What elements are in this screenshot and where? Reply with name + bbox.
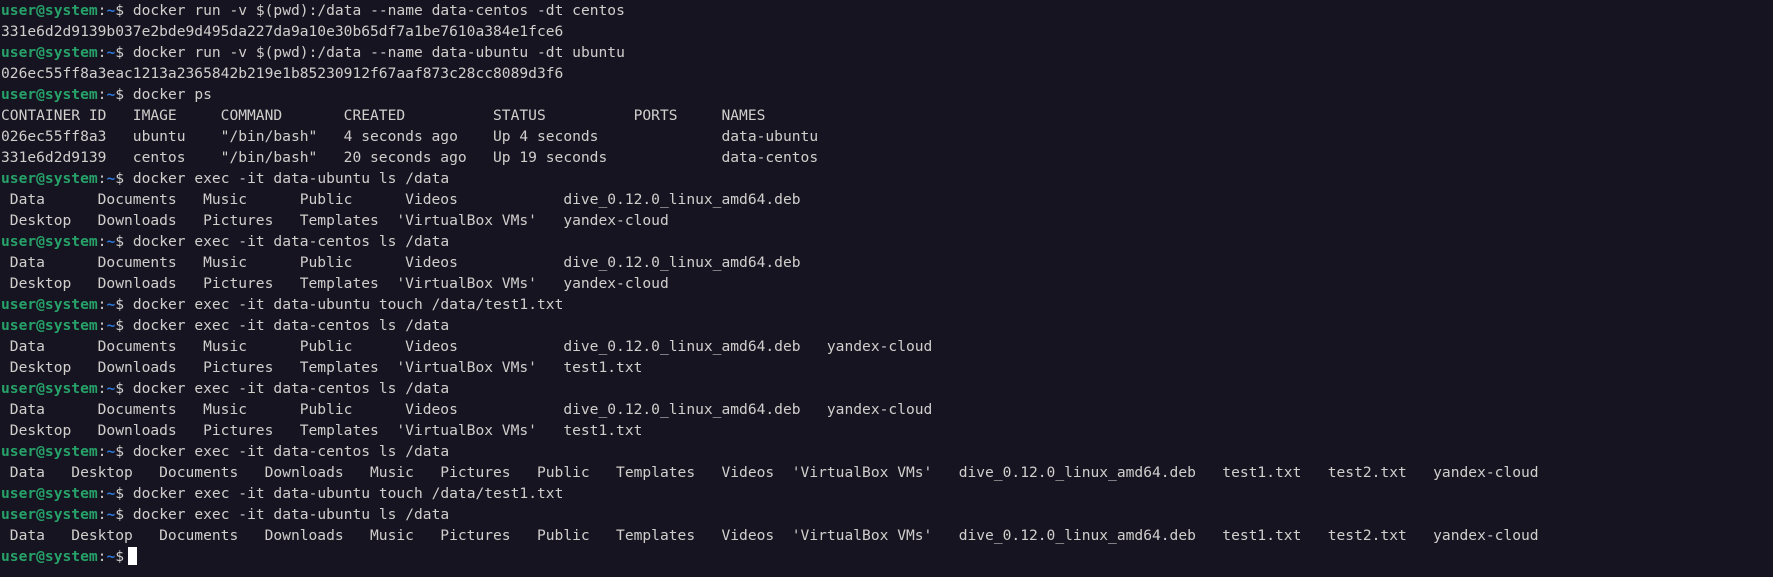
prompt-path: ~ [106, 44, 116, 61]
command-text: docker run -v $(pwd):/data --name data-c… [132, 2, 625, 19]
prompt-path: ~ [106, 443, 116, 460]
output-line: CONTAINER ID IMAGE COMMAND CREATED STATU… [1, 107, 766, 124]
output-line: Desktop Downloads Pictures Templates 'Vi… [1, 422, 643, 439]
command-line: user@system:~$ docker exec -it data-ubun… [1, 483, 1773, 504]
output-line: 331e6d2d9139b037e2bde9d495da227da9a10e30… [1, 23, 564, 40]
prompt-user: user@system [1, 170, 98, 187]
prompt-path: ~ [106, 317, 116, 334]
command-text: docker exec -it data-centos ls /data [132, 233, 450, 250]
output-line: Desktop Downloads Pictures Templates 'Vi… [1, 212, 669, 229]
command-text: docker exec -it data-centos ls /data [132, 317, 450, 334]
prompt-path: ~ [106, 380, 116, 397]
prompt-path: ~ [106, 548, 116, 565]
command-line: user@system:~$ docker run -v $(pwd):/dat… [1, 42, 1773, 63]
command-line: user@system:~$ docker exec -it data-cent… [1, 231, 1773, 252]
prompt-user: user@system [1, 485, 98, 502]
prompt-path: ~ [106, 170, 116, 187]
text-cursor[interactable] [128, 547, 138, 565]
command-text: docker ps [132, 86, 212, 103]
prompt-user: user@system [1, 296, 98, 313]
prompt-symbol: $ [115, 506, 125, 523]
prompt-user: user@system [1, 86, 98, 103]
command-line: user@system:~$ docker ps [1, 84, 1773, 105]
prompt-symbol: $ [115, 380, 125, 397]
command-text: docker exec -it data-ubuntu touch /data/… [132, 485, 564, 502]
prompt-symbol: $ [115, 170, 125, 187]
prompt-symbol: $ [115, 443, 125, 460]
prompt-user: user@system [1, 2, 98, 19]
output-line: Data Documents Music Public Videos dive_… [1, 191, 801, 208]
command-line: user@system:~$ docker exec -it data-ubun… [1, 294, 1773, 315]
prompt-symbol: $ [115, 233, 125, 250]
prompt-user: user@system [1, 443, 98, 460]
prompt-user: user@system [1, 548, 98, 565]
prompt-path: ~ [106, 86, 116, 103]
prompt-symbol: $ [115, 44, 125, 61]
prompt-symbol: $ [115, 86, 125, 103]
command-line: user@system:~$ docker exec -it data-cent… [1, 378, 1773, 399]
prompt-symbol: $ [115, 317, 125, 334]
output-line: 026ec55ff8a3eac1213a2365842b219e1b852309… [1, 65, 564, 82]
prompt-path: ~ [106, 296, 116, 313]
prompt-symbol: $ [115, 296, 125, 313]
command-text: docker exec -it data-centos ls /data [132, 443, 450, 460]
command-line: user@system:~$ docker exec -it data-ubun… [1, 504, 1773, 525]
output-line: 026ec55ff8a3 ubuntu "/bin/bash" 4 second… [1, 128, 819, 145]
command-line: user@system:~$ docker exec -it data-ubun… [1, 168, 1773, 189]
output-line: Data Documents Music Public Videos dive_… [1, 254, 801, 271]
prompt-user: user@system [1, 44, 98, 61]
prompt-user: user@system [1, 380, 98, 397]
output-line: Desktop Downloads Pictures Templates 'Vi… [1, 275, 669, 292]
command-text: docker exec -it data-ubuntu ls /data [132, 170, 450, 187]
prompt-symbol: $ [115, 485, 125, 502]
output-line: 331e6d2d9139 centos "/bin/bash" 20 secon… [1, 149, 819, 166]
prompt-path: ~ [106, 2, 116, 19]
output-line: Desktop Downloads Pictures Templates 'Vi… [1, 359, 643, 376]
prompt-user: user@system [1, 317, 98, 334]
prompt-path: ~ [106, 506, 116, 523]
output-line: Data Desktop Documents Downloads Music P… [1, 464, 1539, 481]
active-prompt-line[interactable]: user@system:~$ [1, 546, 1773, 567]
prompt-user: user@system [1, 233, 98, 250]
output-line: Data Documents Music Public Videos dive_… [1, 338, 933, 355]
command-text: docker exec -it data-centos ls /data [132, 380, 450, 397]
output-line: Data Documents Music Public Videos dive_… [1, 401, 933, 418]
terminal-window[interactable]: user@system:~$ docker run -v $(pwd):/dat… [0, 0, 1773, 577]
output-line: Data Desktop Documents Downloads Music P… [1, 527, 1539, 544]
prompt-path: ~ [106, 233, 116, 250]
prompt-user: user@system [1, 506, 98, 523]
prompt-symbol: $ [115, 2, 125, 19]
command-text: docker run -v $(pwd):/data --name data-u… [132, 44, 625, 61]
command-text: docker exec -it data-ubuntu touch /data/… [132, 296, 564, 313]
command-text: docker exec -it data-ubuntu ls /data [132, 506, 450, 523]
prompt-symbol: $ [115, 548, 125, 565]
prompt-path: ~ [106, 485, 116, 502]
command-line: user@system:~$ docker exec -it data-cent… [1, 441, 1773, 462]
command-line: user@system:~$ docker run -v $(pwd):/dat… [1, 0, 1773, 21]
command-line: user@system:~$ docker exec -it data-cent… [1, 315, 1773, 336]
